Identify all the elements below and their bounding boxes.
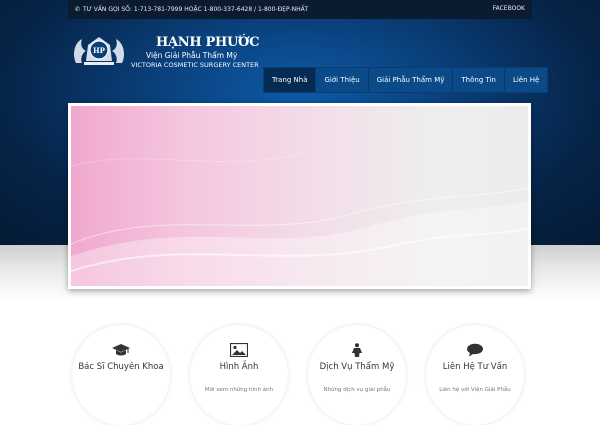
brand-subtitle: Viện Giải Phẫu Thẩm Mỹ <box>146 51 238 60</box>
brand-name: HẠNH PHƯỚC <box>156 35 260 50</box>
phone-icon: ✆ <box>75 6 81 13</box>
brand-tagline: VICTORIA COSMETIC SURGERY CENTER <box>131 61 259 69</box>
nav-item-home[interactable]: Trang Nhà <box>264 68 317 92</box>
hero-slide-image <box>71 106 528 286</box>
phone-text: TƯ VẤN GỌI SỐ: 1-713-781-7999 HOẶC 1-800… <box>83 6 309 13</box>
chat-bubble-icon <box>467 343 483 357</box>
graduation-cap-icon <box>112 344 130 356</box>
female-icon <box>352 343 362 357</box>
feature-description: Mời xem những hình ảnh <box>204 387 274 393</box>
feature-contact[interactable]: Liên Hệ Tư Vấn Liên hệ với Viện Giải Phẫ… <box>426 325 524 425</box>
feature-description: Liên hệ với Viện Giải Phẫu <box>439 387 511 393</box>
hero-slider[interactable] <box>68 103 531 289</box>
contact-phone: ✆ TƯ VẤN GỌI SỐ: 1-713-781-7999 HOẶC 1-80… <box>75 6 308 13</box>
crest-monogram: HP <box>93 46 106 55</box>
feature-title: Bác Sĩ Chuyên Khoa <box>78 362 164 372</box>
facebook-link[interactable]: FACEBOOK <box>493 5 525 12</box>
top-bar: ✆ TƯ VẤN GỌI SỐ: 1-713-781-7999 HOẶC 1-80… <box>68 0 532 19</box>
feature-services[interactable]: Dịch Vụ Thẩm Mỹ Những dịch vụ giải phẫu <box>308 325 406 425</box>
feature-title: Liên Hệ Tư Vấn <box>442 362 508 372</box>
slide-wave-decoration <box>71 150 528 286</box>
feature-doctors[interactable]: Bác Sĩ Chuyên Khoa <box>72 325 170 425</box>
feature-title: Hình Ảnh <box>219 362 259 372</box>
crest-logo-icon: HP <box>74 37 124 65</box>
features-row: Bác Sĩ Chuyên Khoa Hình Ảnh Mời xem nhữn… <box>72 325 532 425</box>
nav-item-contact[interactable]: Liên Hệ <box>505 68 547 92</box>
picture-icon <box>230 343 248 357</box>
nav-item-info[interactable]: Thông Tin <box>453 68 505 92</box>
feature-title: Dịch Vụ Thẩm Mỹ <box>319 362 395 372</box>
nav-item-about[interactable]: Giới Thiệu <box>316 68 369 92</box>
site-logo[interactable]: HP HẠNH PHƯỚC Viện Giải Phẫu Thẩm Mỹ VIC… <box>68 33 268 73</box>
main-navigation: Trang Nhà Giới Thiệu Giải Phẫu Thẩm Mỹ T… <box>263 67 549 93</box>
feature-description: Những dịch vụ giải phẫu <box>323 387 391 393</box>
feature-gallery[interactable]: Hình Ảnh Mời xem những hình ảnh <box>190 325 288 425</box>
nav-item-cosmetic-surgery[interactable]: Giải Phẫu Thẩm Mỹ <box>369 68 454 92</box>
